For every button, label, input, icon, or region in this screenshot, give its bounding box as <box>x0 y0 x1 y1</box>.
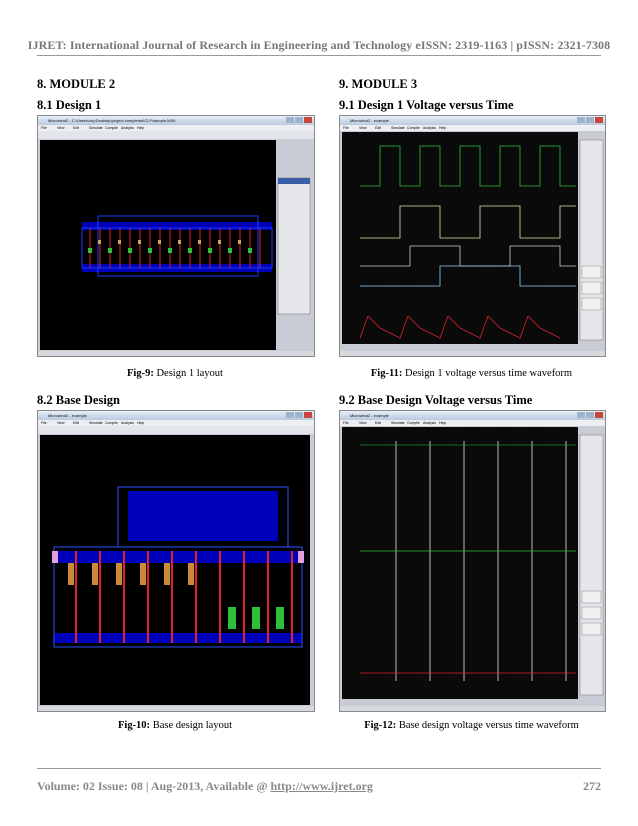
subsection-heading-design1: 8.1 Design 1 <box>37 98 102 112</box>
figure-10-caption: Fig-10: Base design layout <box>117 720 233 731</box>
waveform-view-base <box>342 427 604 699</box>
waveform-view-design1 <box>342 132 604 344</box>
footer-volume-info: Volume: 02 Issue: 08 | Aug-2013, Availab… <box>37 779 373 793</box>
figure-12-caption: Fig-12: Base design voltage versus time … <box>364 720 579 731</box>
subsection-heading-design1-vt: 9.1 Design 1 Voltage versus Time <box>339 98 514 112</box>
figure-12-screenshot: Microwind2 - example File View Edit Simulat… <box>339 410 606 712</box>
status-bar <box>340 706 605 711</box>
header-rule <box>37 55 601 56</box>
figure-11-caption: Fig-11: Design 1 voltage versus time wav… <box>370 368 573 379</box>
layout-view-base <box>40 435 310 705</box>
footer-rule <box>37 768 601 769</box>
section-heading-module2: 8. MODULE 2 <box>37 77 116 91</box>
status-bar <box>38 706 314 711</box>
journal-website-link[interactable]: http://www.ijret.org <box>271 779 373 793</box>
status-bar <box>38 351 314 356</box>
page-number: 272 <box>583 779 601 793</box>
section-heading-module3: 9. MODULE 3 <box>339 77 418 91</box>
status-bar <box>340 351 605 356</box>
figure-10-screenshot: Microwind2 - example File View Edit Simulat… <box>37 410 315 712</box>
layout-view-design1 <box>40 140 311 350</box>
figure-9-screenshot: Microwind2 - C:\Users\oxy\Desktop\projec… <box>37 115 315 357</box>
journal-header: IJRET: International Journal of Research… <box>27 38 611 52</box>
subsection-heading-base-vt: 9.2 Base Design Voltage versus Time <box>339 393 533 407</box>
figure-11-screenshot: Microwind2 - example File View Edit Simulat… <box>339 115 606 357</box>
figure-9-caption: Fig-9: Design 1 layout <box>127 368 223 379</box>
subsection-heading-base-design: 8.2 Base Design <box>37 393 120 407</box>
